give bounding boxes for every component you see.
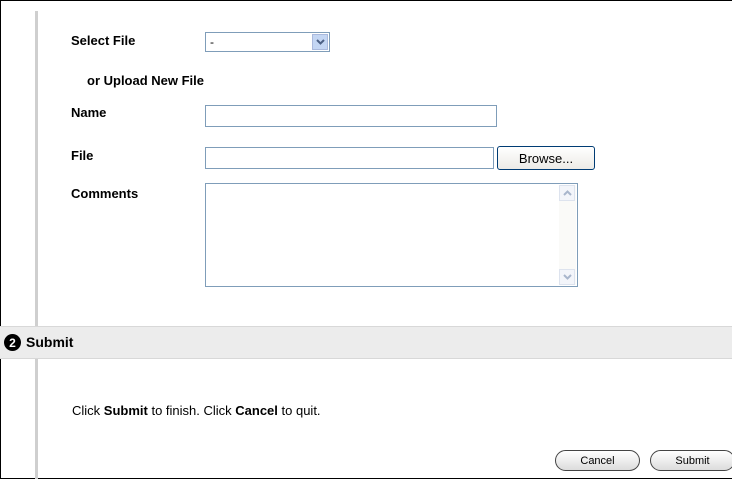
chevron-down-icon[interactable] bbox=[312, 34, 328, 50]
section-rail-upper bbox=[35, 11, 38, 326]
file-path-input[interactable] bbox=[205, 147, 494, 169]
instructions-text-1: Click bbox=[72, 403, 104, 418]
cancel-button[interactable]: Cancel bbox=[555, 450, 640, 471]
frame-top-border bbox=[0, 0, 732, 1]
section-title: Submit bbox=[26, 334, 74, 350]
select-file-dropdown[interactable]: - bbox=[205, 32, 330, 52]
scroll-down-icon[interactable] bbox=[559, 269, 575, 285]
frame-left-border bbox=[0, 0, 1, 479]
submit-instructions: Click Submit to finish. Click Cancel to … bbox=[72, 403, 321, 418]
comments-textarea[interactable] bbox=[205, 183, 578, 287]
instructions-text-3: to quit. bbox=[277, 403, 321, 418]
instructions-submit-word: Submit bbox=[103, 403, 148, 418]
scroll-up-icon[interactable] bbox=[559, 185, 575, 201]
file-label: File bbox=[71, 148, 94, 163]
select-file-value: - bbox=[210, 35, 214, 49]
select-file-label: Select File bbox=[71, 33, 136, 48]
instructions-cancel-word: Cancel bbox=[235, 403, 278, 418]
submit-button[interactable]: Submit bbox=[650, 450, 732, 471]
comments-scrollbar[interactable] bbox=[559, 185, 576, 285]
browse-button[interactable]: Browse... bbox=[497, 146, 595, 170]
instructions-text-2: to finish. Click bbox=[147, 403, 236, 418]
section-rail-lower bbox=[35, 359, 38, 479]
name-input[interactable] bbox=[205, 105, 497, 127]
name-label: Name bbox=[71, 105, 107, 120]
comments-label: Comments bbox=[71, 186, 139, 201]
submit-section-header: 2 Submit bbox=[0, 326, 732, 359]
step-number-icon: 2 bbox=[4, 334, 21, 351]
upload-new-file-label: or Upload New File bbox=[87, 73, 205, 88]
